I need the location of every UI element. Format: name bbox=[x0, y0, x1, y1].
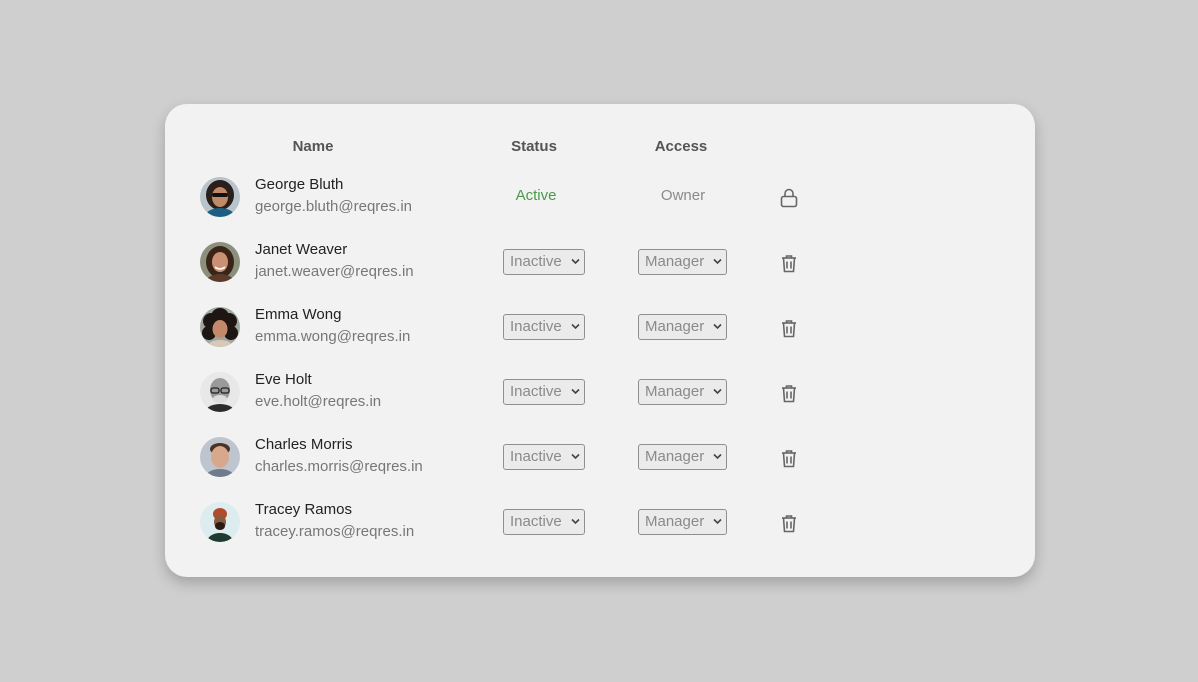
header-access: Access bbox=[654, 138, 708, 155]
status-select-value: Inactive bbox=[510, 513, 562, 530]
access-select-value: Manager bbox=[645, 448, 705, 465]
access-select-value: Manager bbox=[645, 318, 705, 335]
avatar bbox=[200, 502, 240, 542]
access-select-value: Manager bbox=[645, 383, 705, 400]
trash-icon[interactable] bbox=[778, 382, 800, 404]
access-select-value: Manager bbox=[645, 513, 705, 530]
lock-icon bbox=[778, 187, 800, 209]
trash-icon[interactable] bbox=[778, 447, 800, 469]
chevron-down-icon bbox=[571, 258, 580, 265]
status-select[interactable]: Inactive bbox=[503, 444, 585, 470]
table-row: Emma Wong emma.wong@reqres.in Inactive M… bbox=[165, 302, 1035, 367]
status-select-value: Inactive bbox=[510, 448, 562, 465]
trash-icon[interactable] bbox=[778, 317, 800, 339]
chevron-down-icon bbox=[713, 388, 722, 395]
status-select[interactable]: Inactive bbox=[503, 379, 585, 405]
access-select-value: Manager bbox=[645, 253, 705, 270]
access-select[interactable]: Manager bbox=[638, 314, 727, 340]
table-row: Janet Weaver janet.weaver@reqres.in Inac… bbox=[165, 237, 1035, 302]
access-select[interactable]: Manager bbox=[638, 249, 727, 275]
chevron-down-icon bbox=[713, 518, 722, 525]
user-email: janet.weaver@reqres.in bbox=[255, 263, 414, 280]
table-row: George Bluth george.bluth@reqres.in Acti… bbox=[165, 172, 1035, 237]
header-status: Status bbox=[511, 138, 557, 155]
table-row: Charles Morris charles.morris@reqres.in … bbox=[165, 432, 1035, 497]
status-label: Active bbox=[515, 187, 557, 204]
avatar bbox=[200, 372, 240, 412]
access-label: Owner bbox=[660, 187, 706, 204]
trash-icon[interactable] bbox=[778, 252, 800, 274]
table-row: Eve Holt eve.holt@reqres.in Inactive Man… bbox=[165, 367, 1035, 432]
user-name: Tracey Ramos bbox=[255, 501, 352, 518]
chevron-down-icon bbox=[571, 453, 580, 460]
chevron-down-icon bbox=[713, 453, 722, 460]
access-select[interactable]: Manager bbox=[638, 509, 727, 535]
user-email: tracey.ramos@reqres.in bbox=[255, 523, 415, 540]
status-select-value: Inactive bbox=[510, 253, 562, 270]
status-select-value: Inactive bbox=[510, 383, 562, 400]
avatar bbox=[200, 177, 240, 217]
user-name: Emma Wong bbox=[255, 306, 342, 323]
users-card: Name Status Access George Bluth george.b… bbox=[165, 104, 1035, 577]
status-select[interactable]: Inactive bbox=[503, 249, 585, 275]
status-select[interactable]: Inactive bbox=[503, 509, 585, 535]
user-name: Eve Holt bbox=[255, 371, 312, 388]
avatar bbox=[200, 242, 240, 282]
chevron-down-icon bbox=[571, 323, 580, 330]
avatar bbox=[200, 307, 240, 347]
user-name: Charles Morris bbox=[255, 436, 353, 453]
access-select[interactable]: Manager bbox=[638, 379, 727, 405]
chevron-down-icon bbox=[713, 323, 722, 330]
chevron-down-icon bbox=[571, 518, 580, 525]
chevron-down-icon bbox=[571, 388, 580, 395]
user-email: george.bluth@reqres.in bbox=[255, 198, 412, 215]
user-name: George Bluth bbox=[255, 176, 344, 193]
user-email: emma.wong@reqres.in bbox=[255, 328, 411, 345]
table-row: Tracey Ramos tracey.ramos@reqres.in Inac… bbox=[165, 497, 1035, 562]
avatar bbox=[200, 437, 240, 477]
header-name: Name bbox=[292, 138, 334, 155]
user-email: eve.holt@reqres.in bbox=[255, 393, 382, 410]
trash-icon[interactable] bbox=[778, 512, 800, 534]
chevron-down-icon bbox=[713, 258, 722, 265]
user-name: Janet Weaver bbox=[255, 241, 348, 258]
access-select[interactable]: Manager bbox=[638, 444, 727, 470]
status-select-value: Inactive bbox=[510, 318, 562, 335]
user-email: charles.morris@reqres.in bbox=[255, 458, 423, 475]
status-select[interactable]: Inactive bbox=[503, 314, 585, 340]
